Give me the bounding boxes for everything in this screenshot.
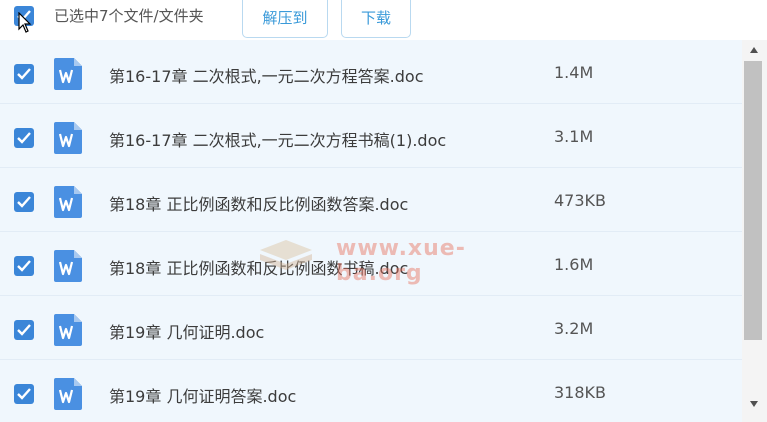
file-name[interactable]: 第18章 正比例函数和反比例函数书稿.doc — [109, 255, 408, 279]
file-row[interactable]: 第16-17章 二次根式,一元二次方程书稿(1).doc 3.1M — [0, 104, 742, 168]
file-list: 第16-17章 二次根式,一元二次方程答案.doc 1.4M 第16-17章 二… — [0, 40, 742, 422]
file-size: 318KB — [554, 383, 607, 402]
word-doc-icon — [54, 186, 82, 218]
checkmark-icon — [17, 68, 31, 80]
file-row[interactable]: 第18章 正比例函数和反比例函数答案.doc 473KB — [0, 168, 742, 232]
file-checkbox[interactable] — [14, 320, 34, 340]
file-checkbox[interactable] — [14, 192, 34, 212]
word-doc-icon — [54, 378, 82, 410]
file-name[interactable]: 第19章 几何证明.doc — [109, 319, 264, 343]
file-row[interactable]: 第16-17章 二次根式,一元二次方程答案.doc 1.4M — [0, 40, 742, 104]
toolbar: 已选中7个文件/文件夹 解压到 下载 — [0, 0, 767, 40]
word-doc-icon — [54, 122, 82, 154]
file-checkbox[interactable] — [14, 384, 34, 404]
download-button[interactable]: 下载 — [341, 0, 411, 38]
file-checkbox[interactable] — [14, 256, 34, 276]
scroll-down-arrow-icon[interactable] — [750, 401, 758, 407]
file-row[interactable]: 第19章 几何证明答案.doc 318KB — [0, 360, 742, 422]
file-size: 3.2M — [554, 319, 594, 338]
word-doc-icon — [54, 250, 82, 282]
file-row[interactable]: 第19章 几何证明.doc 3.2M — [0, 296, 742, 360]
file-checkbox[interactable] — [14, 128, 34, 148]
word-doc-icon — [54, 314, 82, 346]
checkmark-icon — [17, 324, 31, 336]
file-name[interactable]: 第16-17章 二次根式,一元二次方程书稿(1).doc — [109, 127, 446, 151]
file-checkbox[interactable] — [14, 64, 34, 84]
scroll-up-arrow-icon[interactable] — [750, 47, 758, 53]
file-name[interactable]: 第16-17章 二次根式,一元二次方程答案.doc — [109, 63, 424, 87]
file-size: 473KB — [554, 191, 607, 210]
checkmark-icon — [17, 260, 31, 272]
file-size: 1.6M — [554, 255, 594, 274]
file-name[interactable]: 第19章 几何证明答案.doc — [109, 383, 296, 407]
file-size: 3.1M — [554, 127, 594, 146]
checkmark-icon — [17, 196, 31, 208]
vertical-scrollbar[interactable] — [742, 40, 767, 422]
file-row[interactable]: 第18章 正比例函数和反比例函数书稿.doc 1.6M — [0, 232, 742, 296]
word-doc-icon — [54, 58, 82, 90]
file-name[interactable]: 第18章 正比例函数和反比例函数答案.doc — [109, 191, 408, 215]
checkmark-icon — [17, 132, 31, 144]
mouse-cursor-icon — [18, 12, 32, 33]
scrollbar-thumb[interactable] — [744, 61, 762, 340]
file-size: 1.4M — [554, 63, 594, 82]
extract-to-button[interactable]: 解压到 — [242, 0, 328, 38]
selected-count-text: 已选中7个文件/文件夹 — [54, 7, 204, 25]
checkmark-icon — [17, 388, 31, 400]
